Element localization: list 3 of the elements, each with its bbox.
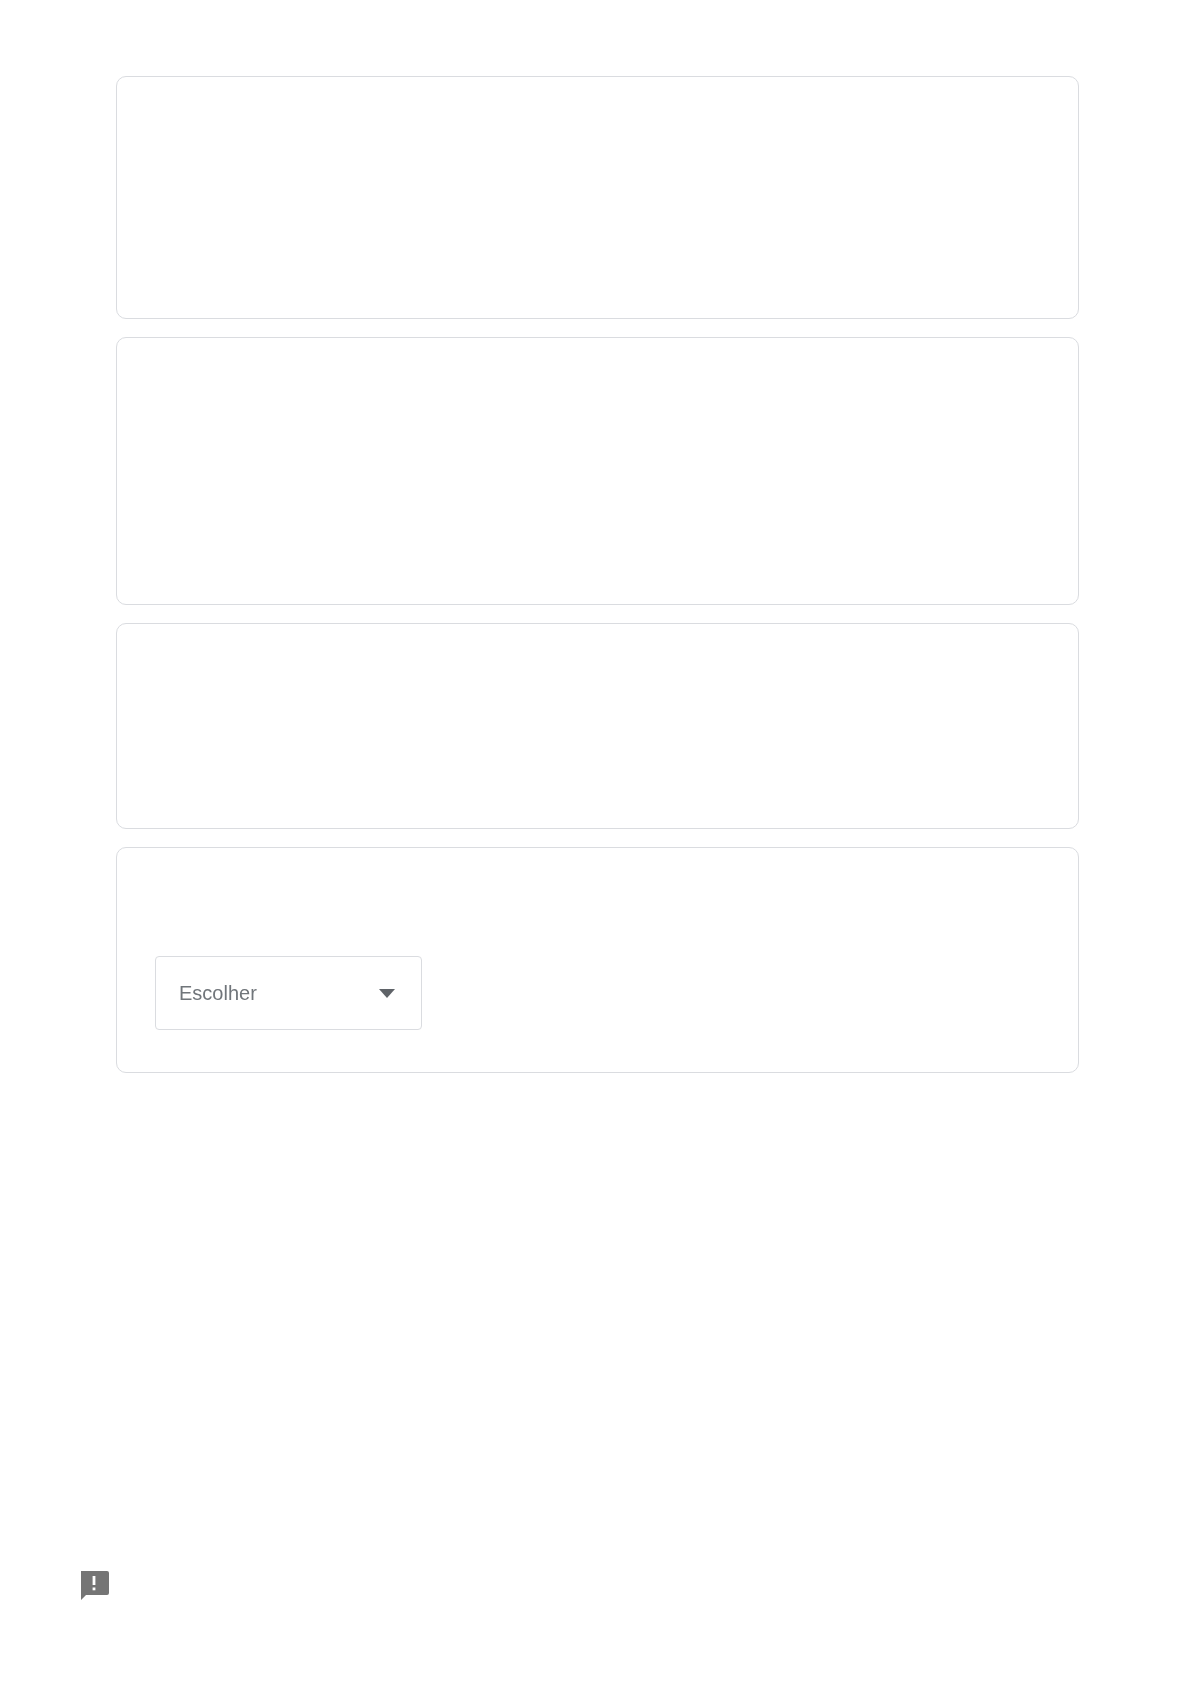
caret-icon (379, 988, 395, 998)
feedback-icon[interactable] (78, 1570, 110, 1602)
choice-dropdown[interactable]: Escolher (155, 956, 422, 1030)
